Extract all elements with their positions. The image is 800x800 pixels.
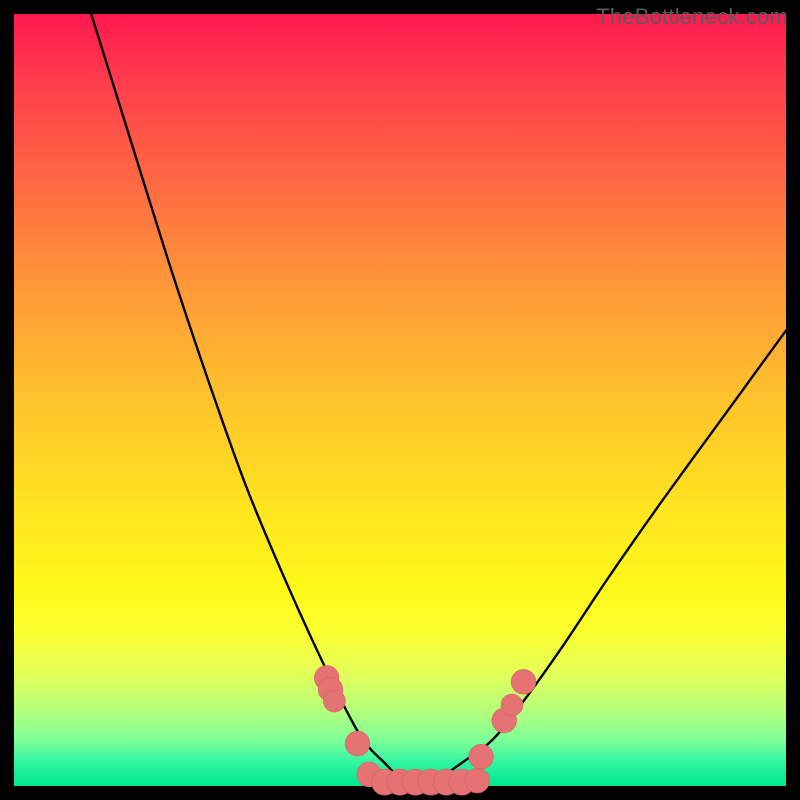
chart-svg <box>14 14 786 786</box>
watermark-label: TheBottleneck.com <box>596 4 788 30</box>
curve-left-branch <box>91 14 415 786</box>
data-marker <box>345 731 370 756</box>
marker-group <box>314 666 536 796</box>
series-group <box>91 14 786 786</box>
data-marker <box>511 669 536 694</box>
data-marker <box>469 744 494 769</box>
data-marker <box>323 690 345 712</box>
data-marker <box>501 694 523 716</box>
curve-right-branch <box>415 331 786 786</box>
data-marker <box>465 768 490 793</box>
